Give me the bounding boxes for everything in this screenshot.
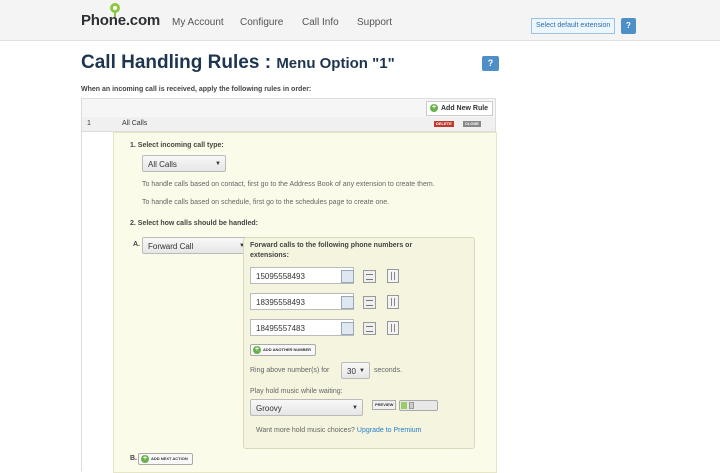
nav-support[interactable]: Support (357, 17, 392, 28)
forward-panel: Forward calls to the following phone num… (243, 237, 475, 449)
page-subtitle: Menu Option "1" (276, 55, 395, 72)
chevron-down-icon: ▼ (359, 368, 365, 374)
page-title: Call Handling Rules : Menu Option "1" (81, 52, 395, 74)
preview-player[interactable] (399, 400, 438, 411)
more-music-text: Want more hold music choices? Upgrade to… (256, 427, 422, 434)
top-navigation-bar: Phone.com My Account Configure Call Info… (0, 0, 720, 41)
close-rule-button[interactable]: CLOSE (463, 121, 481, 127)
preview-label: PREVIEW (372, 400, 397, 410)
ring-seconds-select[interactable]: 30 ▼ (341, 362, 370, 379)
address-book-icon[interactable] (341, 296, 354, 309)
intro-text: When an incoming call is received, apply… (81, 86, 312, 93)
nav-call-info[interactable]: Call Info (302, 17, 339, 28)
nav-my-account[interactable]: My Account (172, 17, 224, 28)
step1-label: 1. Select incoming call type: (130, 142, 224, 149)
action-a-select[interactable]: Forward Call ▼ (142, 237, 250, 254)
add-next-action-label: ADD NEXT ACTION (151, 456, 188, 461)
call-type-value: All Calls (148, 160, 177, 169)
rule-editor: 1. Select incoming call type: All Calls … (113, 132, 497, 473)
action-b-letter: B. (130, 455, 137, 462)
select-default-extension-button[interactable]: Select default extension (531, 18, 616, 34)
address-book-icon[interactable] (341, 270, 354, 283)
step2-label: 2. Select how calls should be handled: (130, 220, 258, 227)
action-a-value: Forward Call (148, 242, 194, 251)
more-music-prefix: Want more hold music choices? (256, 427, 355, 434)
hold-music-value: Groovy (256, 404, 282, 413)
rule-row[interactable]: 1 All Calls DELETE CLOSE (82, 117, 495, 132)
trash-icon[interactable] (387, 295, 399, 309)
help-button[interactable]: ? (621, 18, 636, 34)
ring-prefix: Ring above number(s) for (250, 367, 330, 374)
hold-music-select[interactable]: Groovy ▼ (250, 399, 363, 416)
hold-music-label: Play hold music while waiting: (250, 388, 343, 395)
contact-hint: To handle calls based on contact, first … (142, 181, 435, 188)
ring-seconds-value: 30 (347, 367, 356, 376)
add-another-number-label: ADD ANOTHER NUMBER (263, 347, 312, 352)
add-new-rule-label: Add New Rule (441, 105, 489, 112)
play-icon[interactable] (401, 402, 407, 409)
action-a-letter: A. (133, 241, 140, 248)
chevron-down-icon: ▼ (352, 405, 358, 411)
add-another-number-button[interactable]: + ADD ANOTHER NUMBER (250, 344, 317, 356)
add-rule-bar: + Add New Rule (82, 99, 495, 118)
forward-title: Forward calls to the following phone num… (250, 242, 413, 259)
plus-icon: + (253, 346, 261, 354)
phone-number-value: 18495557483 (256, 324, 305, 333)
rules-table: + Add New Rule 1 All Calls DELETE CLOSE … (81, 98, 497, 473)
rule-name: All Calls (122, 120, 148, 127)
contact-card-icon[interactable] (363, 296, 376, 309)
phone-number-value: 15095558493 (256, 272, 305, 281)
address-book-icon[interactable] (341, 322, 354, 335)
nav-configure[interactable]: Configure (240, 17, 283, 28)
phone-number-value: 18395558493 (256, 298, 305, 307)
page-title-text: Call Handling Rules : (81, 52, 272, 73)
plus-icon: + (430, 104, 438, 112)
contact-card-icon[interactable] (363, 270, 376, 283)
trash-icon[interactable] (387, 321, 399, 335)
schedule-hint: To handle calls based on schedule, first… (142, 199, 390, 206)
ring-suffix: seconds. (374, 367, 403, 374)
upgrade-premium-link[interactable]: Upgrade to Premium (357, 427, 422, 434)
plus-icon: + (141, 455, 149, 463)
trash-icon[interactable] (387, 269, 399, 283)
contact-card-icon[interactable] (363, 322, 376, 335)
volume-slider-handle[interactable] (409, 402, 414, 409)
add-new-rule-button[interactable]: + Add New Rule (426, 101, 494, 116)
call-type-select[interactable]: All Calls ▼ (142, 155, 226, 172)
chevron-down-icon: ▼ (215, 161, 221, 167)
phone-number-field[interactable]: 18395558493 (250, 293, 354, 310)
logo[interactable]: Phone.com (81, 12, 160, 29)
page-help-button[interactable]: ? (482, 56, 499, 71)
rule-number: 1 (87, 120, 91, 127)
phone-number-field[interactable]: 18495557483 (250, 319, 354, 336)
phone-number-field[interactable]: 15095558493 (250, 267, 354, 284)
delete-rule-button[interactable]: DELETE (434, 121, 454, 127)
add-next-action-button[interactable]: + ADD NEXT ACTION (138, 453, 193, 465)
